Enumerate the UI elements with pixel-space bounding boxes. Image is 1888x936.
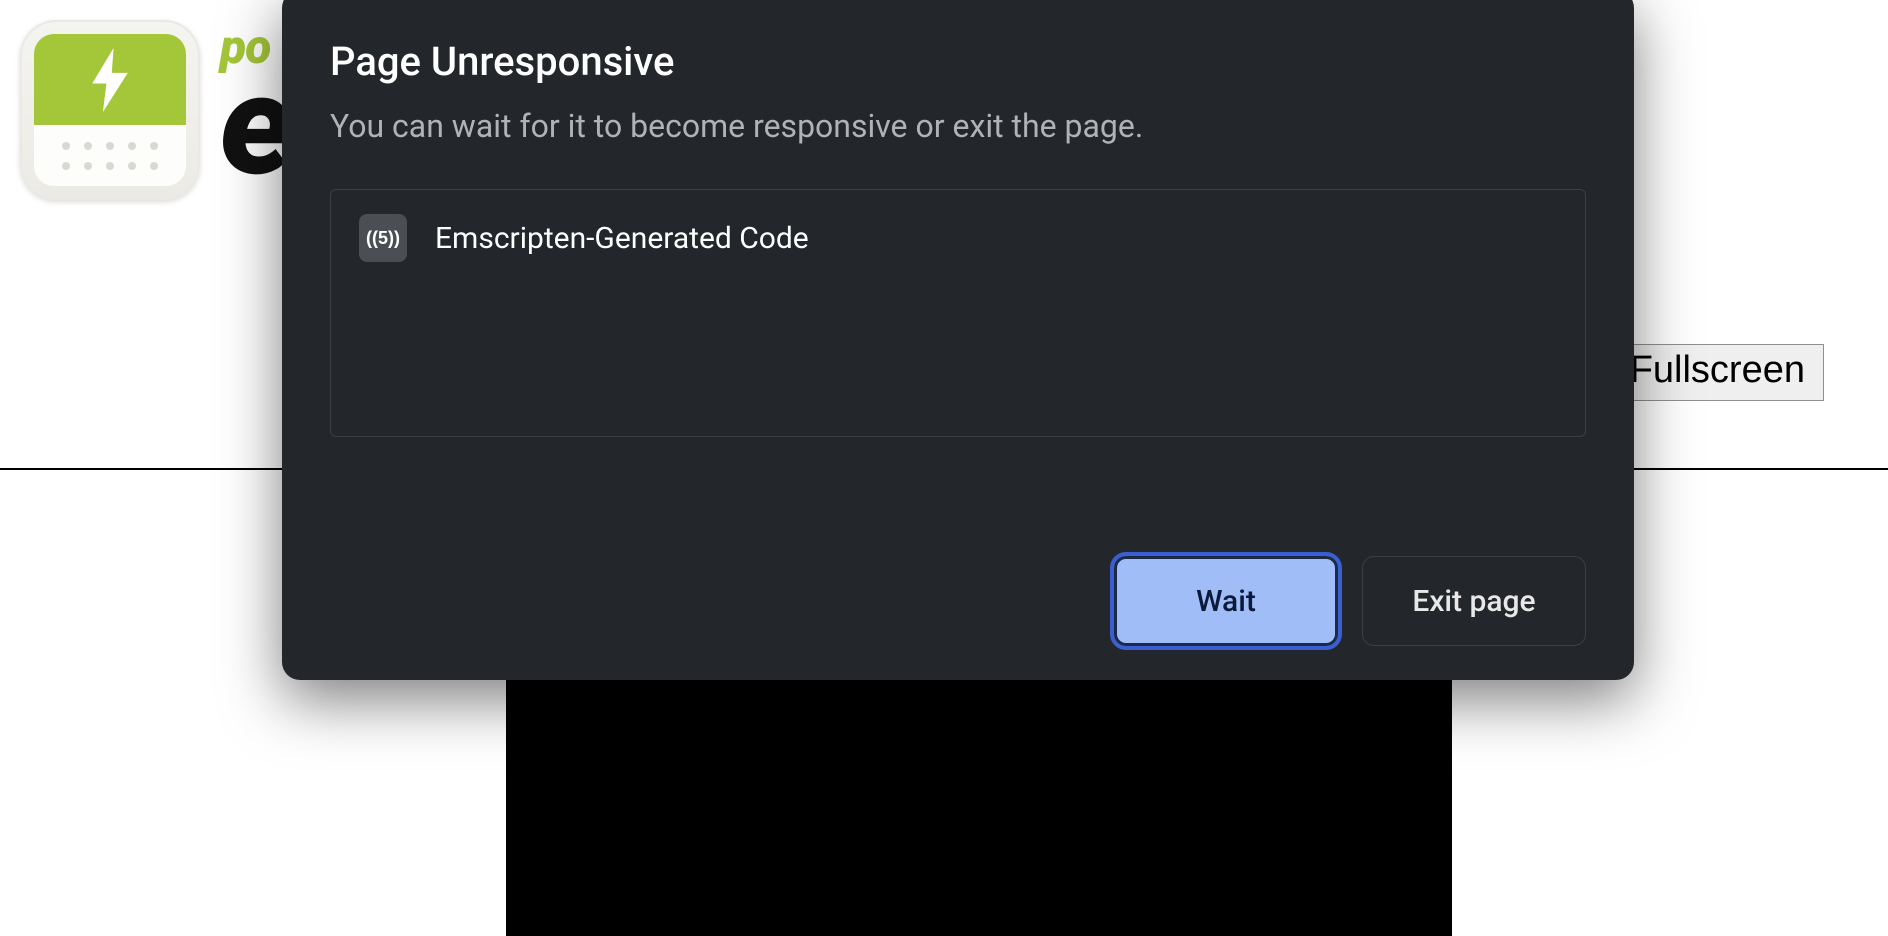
dialog-title: Page Unresponsive [330, 38, 1586, 85]
page-background: po en Fullscreen Page Unresponsive You c… [0, 0, 1888, 936]
logo-top-panel [34, 34, 186, 125]
page-name-label: Emscripten-Generated Code [435, 221, 809, 256]
page-unresponsive-dialog: Page Unresponsive You can wait for it to… [282, 0, 1634, 680]
list-item: ((5)) Emscripten-Generated Code [359, 214, 1557, 262]
wait-button[interactable]: Wait [1114, 556, 1338, 646]
dialog-actions: Wait Exit page [330, 500, 1586, 646]
page-favicon: ((5)) [359, 214, 407, 262]
exit-page-button[interactable]: Exit page [1362, 556, 1586, 646]
lightning-icon [88, 48, 132, 112]
app-logo [20, 20, 200, 200]
unresponsive-pages-list: ((5)) Emscripten-Generated Code [330, 189, 1586, 437]
fullscreen-button[interactable]: Fullscreen [1611, 344, 1824, 401]
favicon-text: ((5)) [366, 228, 400, 249]
dialog-subtitle: You can wait for it to become responsive… [330, 107, 1586, 145]
logo-bottom-panel [34, 125, 186, 186]
